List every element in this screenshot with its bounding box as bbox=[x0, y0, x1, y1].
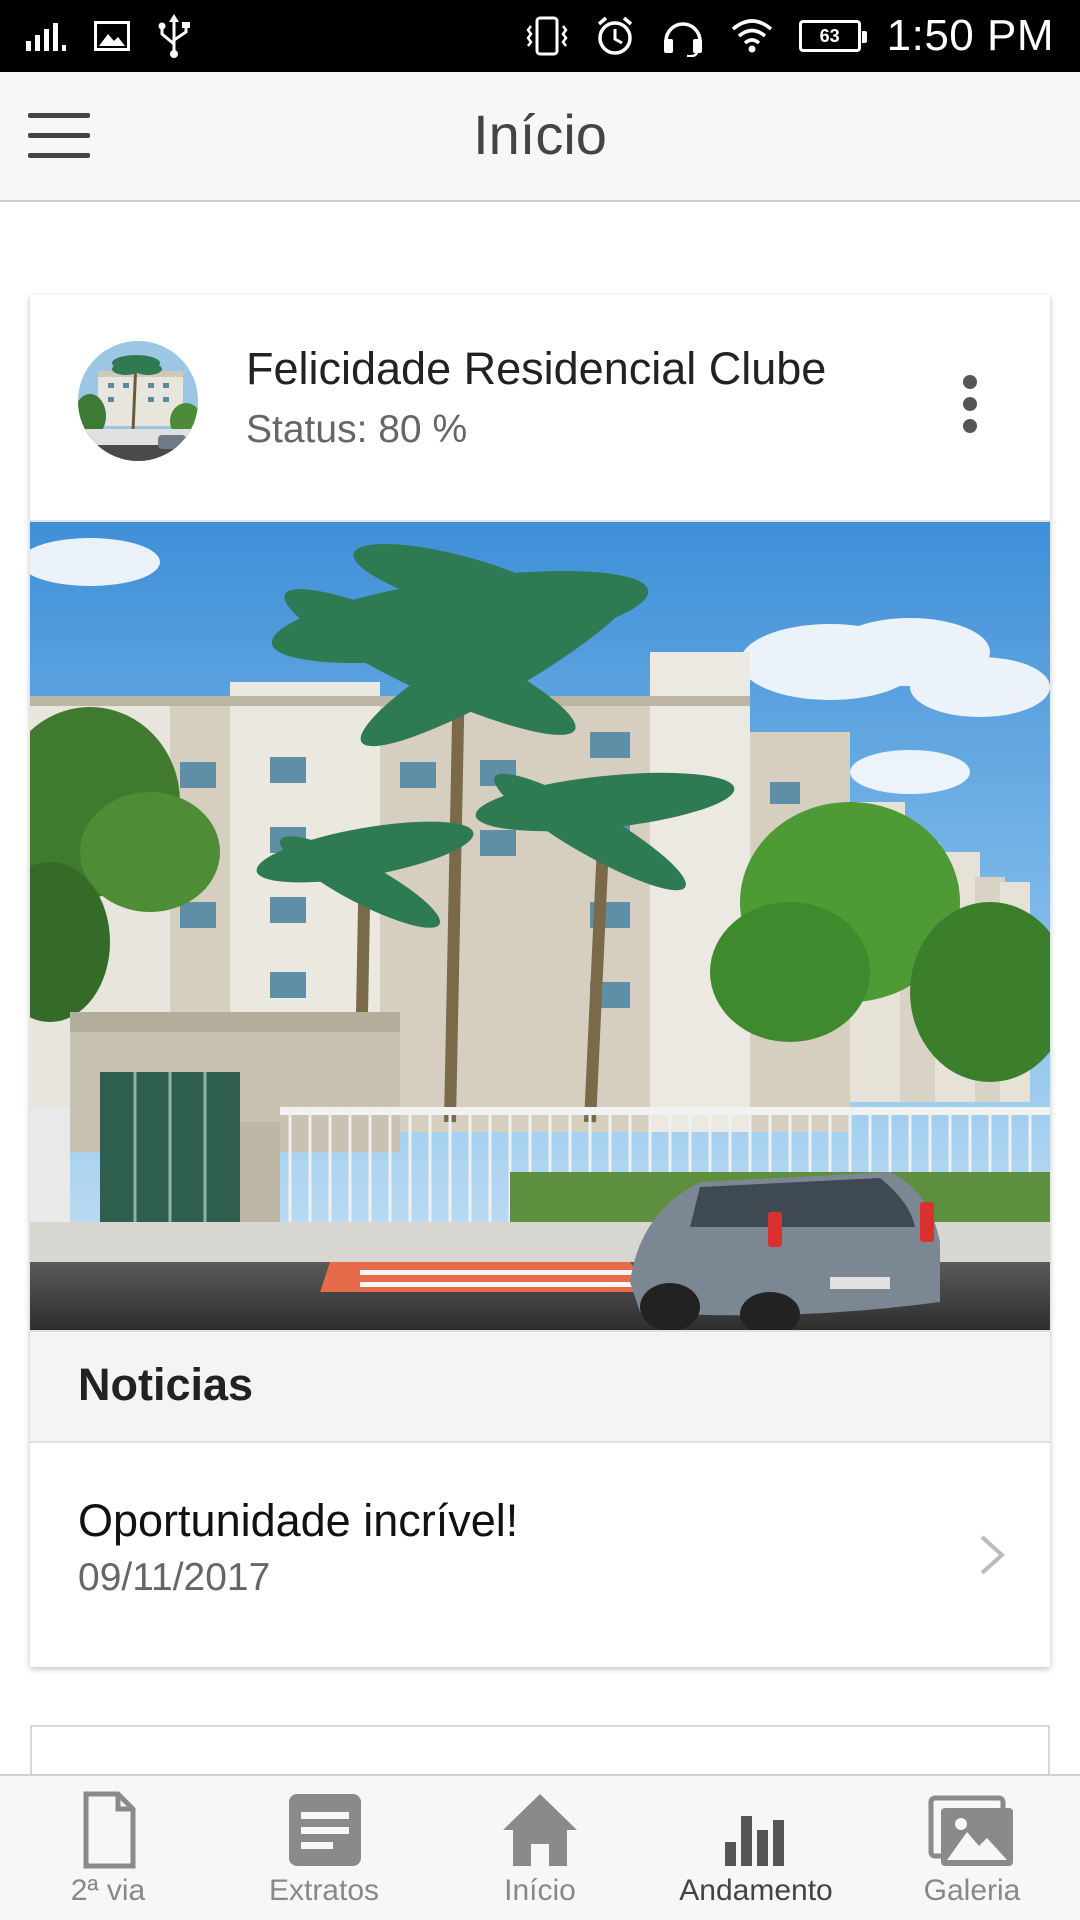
gallery-icon bbox=[927, 1790, 1017, 1870]
bar-chart-icon bbox=[711, 1790, 801, 1870]
nav-extratos[interactable]: Extratos bbox=[216, 1776, 432, 1920]
more-vertical-icon[interactable] bbox=[950, 375, 990, 445]
nav-galeria[interactable]: Galeria bbox=[864, 1776, 1080, 1920]
news-item-title: Oportunidade incrível! bbox=[78, 1495, 519, 1546]
project-status: Status: 80 % bbox=[246, 408, 468, 451]
nav-andamento[interactable]: Andamento bbox=[648, 1776, 864, 1920]
document-icon bbox=[63, 1790, 153, 1870]
nav-inicio[interactable]: Início bbox=[432, 1776, 648, 1920]
alarm-icon bbox=[595, 16, 635, 56]
page-title: Início bbox=[473, 103, 607, 166]
project-avatar bbox=[78, 341, 198, 461]
list-icon bbox=[279, 1790, 369, 1870]
status-time: 1:50 PM bbox=[886, 11, 1054, 60]
project-title: Felicidade Residencial Clube bbox=[246, 343, 827, 394]
signal-icon bbox=[26, 21, 68, 51]
vibrate-icon bbox=[525, 16, 569, 56]
status-right: 63 1:50 PM bbox=[525, 11, 1054, 61]
home-icon bbox=[495, 1790, 585, 1870]
status-bar: 63 1:50 PM bbox=[0, 0, 1080, 72]
usb-icon bbox=[156, 14, 192, 58]
news-list-item[interactable]: Oportunidade incrível! 09/11/2017 bbox=[30, 1443, 1050, 1667]
chevron-right-icon bbox=[974, 1533, 1010, 1577]
nav-label: Início bbox=[504, 1874, 576, 1907]
news-section-header: Noticias bbox=[30, 1330, 1050, 1443]
nav-2a-via[interactable]: 2ª via bbox=[0, 1776, 216, 1920]
wifi-icon bbox=[731, 19, 773, 53]
nav-label: Extratos bbox=[268, 1874, 380, 1907]
battery-icon: 63 bbox=[798, 20, 867, 52]
status-left bbox=[26, 14, 192, 58]
project-hero-image[interactable] bbox=[30, 522, 1050, 1330]
nav-label: 2ª via bbox=[70, 1874, 146, 1907]
bottom-navigation: 2ª via Extratos Início Andamento Galeria bbox=[0, 1774, 1080, 1920]
nav-label: Andamento bbox=[679, 1874, 833, 1907]
battery-level: 63 bbox=[819, 25, 840, 46]
news-item-date: 09/11/2017 bbox=[78, 1556, 271, 1599]
nav-label: Galeria bbox=[923, 1874, 1021, 1907]
image-icon bbox=[94, 21, 130, 51]
project-card: Felicidade Residencial Clube Status: 80 … bbox=[30, 295, 1050, 1667]
project-card-header[interactable]: Felicidade Residencial Clube Status: 80 … bbox=[30, 295, 1050, 522]
headset-icon bbox=[661, 15, 705, 57]
app-bar: Início bbox=[0, 72, 1080, 202]
news-section-title: Noticias bbox=[78, 1359, 254, 1410]
